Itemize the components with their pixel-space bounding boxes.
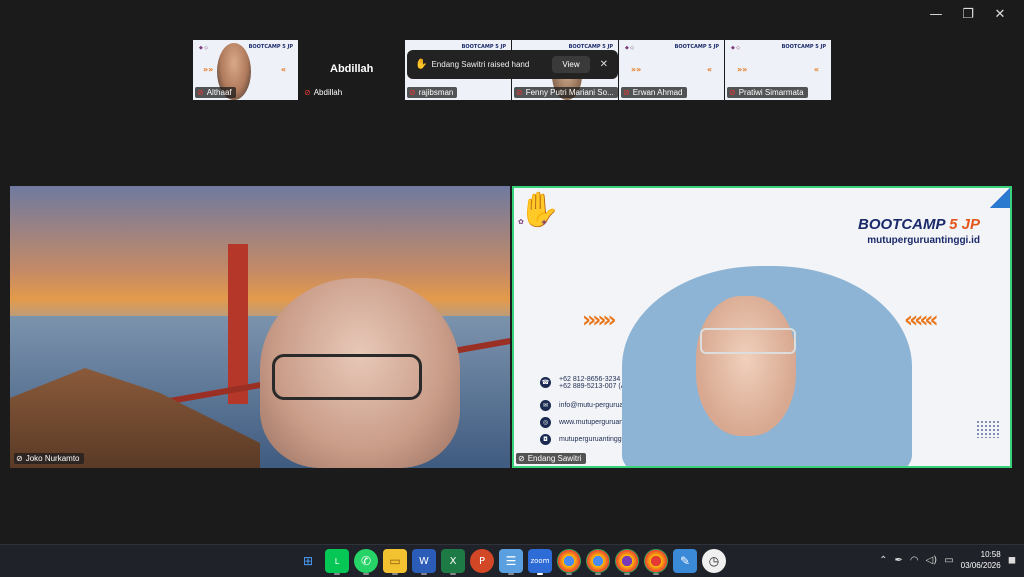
zoom-icon[interactable]: zoom xyxy=(528,549,552,575)
chrome-profile-icon[interactable] xyxy=(615,549,639,575)
brand-title: BOOTCAMP xyxy=(858,216,945,233)
windows-start-icon[interactable]: ⊞ xyxy=(296,549,320,573)
notification-bell-icon[interactable]: ◼ xyxy=(1008,555,1016,566)
mic-muted-icon: ⊘ xyxy=(409,88,416,97)
arrow-icon: « xyxy=(280,65,286,74)
glasses xyxy=(700,328,796,354)
minimize-button[interactable]: — xyxy=(920,6,952,24)
mic-muted-icon: ⊘ xyxy=(304,88,311,97)
clock-time: 10:58 xyxy=(980,550,1001,559)
clock[interactable]: 10:58 03/06/2026 xyxy=(961,549,1001,571)
phone-icon: ☎ xyxy=(540,377,551,388)
participant-nametag: ⊘ Erwan Ahmad xyxy=(621,87,687,98)
line-icon[interactable]: L xyxy=(325,549,349,575)
corner-decoration xyxy=(990,188,1010,208)
partner-logos: ✿ ◈ xyxy=(518,219,547,226)
mail-icon: ✉ xyxy=(540,400,551,411)
system-tray: ⌃ ✒ ◠ ◁) ▭ 10:58 03/06/2026 ◼ xyxy=(879,549,1016,571)
volume-icon[interactable]: ◁) xyxy=(926,555,938,566)
mic-muted-icon: ⊘ xyxy=(623,88,630,97)
notification-text: Endang Sawitri raised hand xyxy=(431,60,530,69)
arrow-right-icon: »»» xyxy=(582,308,617,333)
bootcamp-brand: BOOTCAMP 5 JP mutuperguruantinggi.id xyxy=(858,216,980,246)
close-button[interactable]: ✕ xyxy=(984,6,1016,24)
participant-tile-althaaf[interactable]: ◆ ◇ BOOTCAMP 5 JP »» « ⊘ Althaaf xyxy=(193,40,298,100)
partner-logos: ◆ ◇ xyxy=(199,45,209,51)
mic-muted-icon: ⊘ xyxy=(16,454,23,463)
mic-muted-icon: ⊘ xyxy=(518,454,525,463)
window-controls: — ❐ ✕ xyxy=(920,6,1016,24)
arrow-icon: « xyxy=(813,65,819,74)
glasses xyxy=(272,354,422,400)
participant-nametag: ⊘ Abdillah xyxy=(302,87,347,98)
participant-nametag: ⊘ Althaaf xyxy=(195,87,236,98)
participant-tile-abdillah[interactable]: Abdillah ⊘ Abdillah xyxy=(300,40,400,100)
participant-face xyxy=(696,296,796,436)
participant-nametag: ⊘ Joko Nurkamto xyxy=(14,453,84,464)
taskbar: ⊞ L ✆ ▭ W X P ☰ zoom ✎ ◷ ⌃ ✒ ◠ ◁) ▭ 10:5… xyxy=(0,544,1024,577)
brand-url: mutuperguruantinggi.id xyxy=(867,235,980,246)
chevron-up-icon[interactable]: ⌃ xyxy=(879,555,887,566)
word-icon[interactable]: W xyxy=(412,549,436,575)
arrow-left-icon: ««« xyxy=(904,308,939,333)
globe-icon: ◎ xyxy=(540,417,551,428)
raised-hand-notification: ✋ Endang Sawitri raised hand View ✕ xyxy=(407,50,618,79)
participant-nametag: ⊘ Pratiwi Simarmata xyxy=(727,87,808,98)
participant-nametag: ⊘ rajibsman xyxy=(407,87,458,98)
arrow-icon: « xyxy=(706,65,712,74)
video-tile-endang[interactable]: ✋ ✿ ◈ BOOTCAMP 5 JP mutuperguruantinggi.… xyxy=(512,186,1012,468)
arrow-icon: »» xyxy=(737,65,748,74)
arrow-icon: »» xyxy=(203,65,214,74)
brand-number: 5 JP xyxy=(949,216,980,233)
wifi-icon[interactable]: ◠ xyxy=(910,555,919,566)
participant-display-name: Abdillah xyxy=(330,63,374,75)
chrome-profile-icon[interactable] xyxy=(586,549,610,575)
mic-muted-icon: ⊘ xyxy=(729,88,736,97)
partner-logos: ◆ ◇ xyxy=(625,45,635,51)
powerpoint-icon[interactable]: P xyxy=(470,549,494,573)
pen-icon[interactable]: ✒ xyxy=(894,555,902,566)
restore-button[interactable]: ❐ xyxy=(952,6,984,24)
mic-muted-icon: ⊘ xyxy=(516,88,523,97)
bootcamp-logo: BOOTCAMP 5 JP xyxy=(674,44,719,50)
bootcamp-logo: BOOTCAMP 5 JP xyxy=(248,44,293,50)
snipping-tool-icon[interactable]: ✎ xyxy=(673,549,697,573)
video-tile-joko[interactable]: ⊘ Joko Nurkamto xyxy=(10,186,510,468)
battery-icon[interactable]: ▭ xyxy=(944,555,953,566)
instagram-icon: ◘ xyxy=(540,434,551,445)
clock-date: 03/06/2026 xyxy=(960,561,1001,570)
whatsapp-icon[interactable]: ✆ xyxy=(354,549,378,575)
taskbar-apps: ⊞ L ✆ ▭ W X P ☰ zoom ✎ ◷ xyxy=(296,549,726,575)
mic-muted-icon: ⊘ xyxy=(197,88,204,97)
participant-nametag: ⊘ Fenny Putri Mariani So... xyxy=(514,87,618,98)
raised-hand-icon: ✋ xyxy=(415,59,428,70)
view-button[interactable]: View xyxy=(552,56,590,73)
participant-nametag: ⊘ Endang Sawitri xyxy=(516,453,586,464)
bridge-tower xyxy=(228,244,248,404)
dot-pattern xyxy=(976,420,1000,438)
excel-icon[interactable]: X xyxy=(441,549,465,575)
bootcamp-logo: BOOTCAMP 5 JP xyxy=(781,44,826,50)
arrow-icon: »» xyxy=(631,65,642,74)
chrome-icon[interactable] xyxy=(557,549,581,575)
close-icon[interactable]: ✕ xyxy=(600,59,608,70)
participant-tile-erwan[interactable]: ◆ ◇ BOOTCAMP 5 JP »» « ⊘ Erwan Ahmad xyxy=(619,40,724,100)
file-explorer-icon[interactable]: ▭ xyxy=(383,549,407,575)
notepad-icon[interactable]: ☰ xyxy=(499,549,523,575)
clock-app-icon[interactable]: ◷ xyxy=(702,549,726,573)
partner-logos: ◆ ◇ xyxy=(731,45,741,51)
participant-tile-pratiwi[interactable]: ◆ ◇ BOOTCAMP 5 JP »» « ⊘ Pratiwi Simarmat… xyxy=(725,40,831,100)
chrome-profile-icon[interactable] xyxy=(644,549,668,575)
